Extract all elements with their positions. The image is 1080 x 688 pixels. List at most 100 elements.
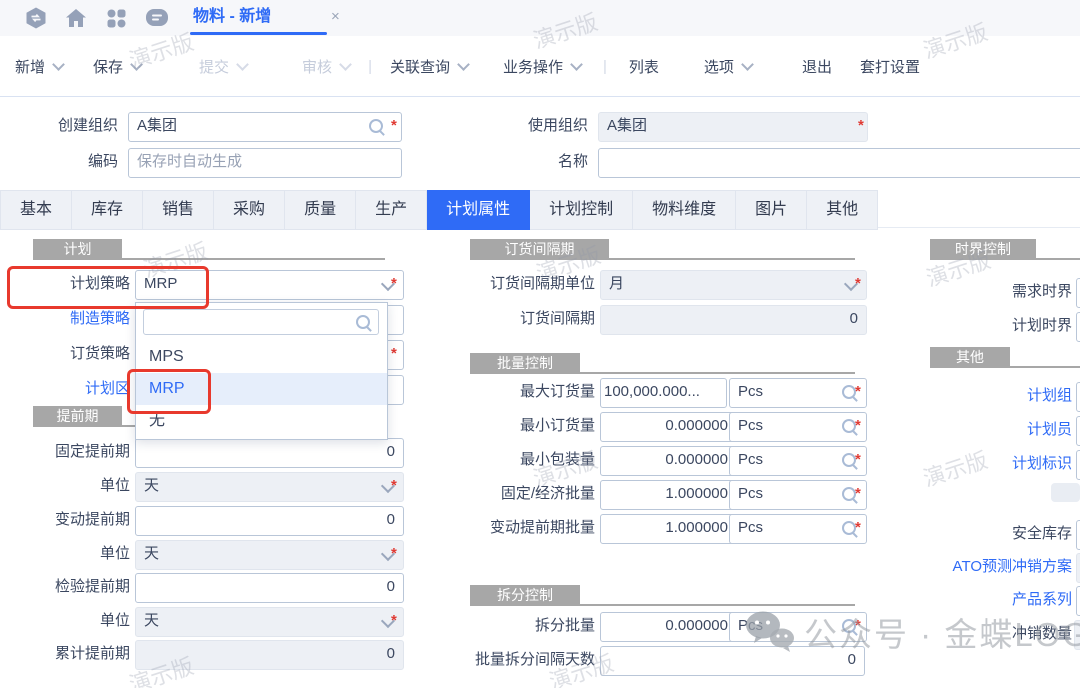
fixed-leadtime-unit-select[interactable]: 天 — [135, 472, 404, 502]
tab-production[interactable]: 生产 — [356, 190, 427, 230]
search-icon[interactable] — [842, 619, 856, 633]
dropdown-option-mrp[interactable]: MRP — [136, 373, 387, 405]
fixed-economic-batch-unit-field[interactable]: Pcs — [729, 480, 867, 510]
new-button[interactable]: 新增 — [15, 56, 63, 77]
tab-material-dimension[interactable]: 物料维度 — [633, 190, 736, 230]
document-tab-title[interactable]: 物料 - 新增 — [193, 0, 271, 34]
create-org-label: 创建组织 — [28, 112, 118, 140]
tab-bar-filler — [878, 190, 1080, 228]
chevron-down-icon — [339, 58, 352, 71]
plan-strategy-select[interactable]: MRP — [135, 270, 404, 300]
plan-strategy-label: 计划策略 — [10, 270, 130, 298]
offset-qty-field — [1074, 620, 1080, 650]
fixed-leadtime-field[interactable]: 0 — [135, 438, 404, 468]
section-horizon-control-line — [930, 258, 1080, 260]
search-icon[interactable] — [842, 419, 856, 433]
plan-group-field[interactable] — [1076, 382, 1080, 412]
min-order-qty-field[interactable]: 0.000000 — [600, 412, 737, 442]
variable-leadtime-unit-select[interactable]: 天 — [135, 540, 404, 570]
product-series-label[interactable]: 产品系列 — [890, 586, 1072, 614]
plan-strategy-dropdown: MPS MRP 无 — [135, 302, 388, 440]
document-tab-close-icon[interactable]: × — [331, 0, 340, 34]
search-icon[interactable] — [369, 119, 383, 133]
related-query-button[interactable]: 关联查询 — [390, 56, 468, 77]
search-icon[interactable] — [842, 385, 856, 399]
search-icon[interactable] — [842, 487, 856, 501]
demand-horizon-field[interactable] — [1076, 278, 1080, 308]
dropdown-search-input[interactable] — [143, 309, 379, 335]
plan-area-label[interactable]: 计划区 — [10, 375, 130, 403]
required-mark: * — [855, 412, 861, 440]
save-button[interactable]: 保存 — [93, 56, 141, 77]
app-logo-icon[interactable] — [24, 6, 48, 30]
plan-flag-field[interactable] — [1076, 450, 1080, 480]
fixed-economic-batch-field[interactable]: 1.000000 — [600, 480, 737, 510]
search-icon[interactable] — [842, 453, 856, 467]
plan-flag-label[interactable]: 计划标识 — [890, 450, 1072, 478]
chevron-down-icon — [130, 58, 143, 71]
unit-label: 单位 — [10, 607, 130, 635]
planner-label[interactable]: 计划员 — [890, 416, 1072, 444]
min-pack-qty-unit-field[interactable]: Pcs — [729, 446, 867, 476]
cumulative-leadtime-label: 累计提前期 — [10, 640, 130, 668]
split-batch-label: 拆分批量 — [455, 612, 595, 640]
tab-basic[interactable]: 基本 — [0, 190, 72, 230]
document-tab-active-indicator — [190, 32, 327, 35]
variable-leadtime-batch-unit-field[interactable]: Pcs — [729, 514, 867, 544]
apps-grid-icon[interactable] — [104, 6, 128, 30]
manufacture-strategy-label[interactable]: 制造策略 — [10, 305, 130, 333]
split-interval-days-field[interactable]: 0 — [600, 646, 865, 676]
inspect-leadtime-field[interactable]: 0 — [135, 573, 404, 603]
create-org-field[interactable]: A集团 — [128, 112, 402, 142]
max-order-qty-unit-field[interactable]: Pcs — [729, 378, 867, 408]
required-mark: * — [855, 270, 861, 298]
tab-inventory[interactable]: 库存 — [72, 190, 143, 230]
tab-image[interactable]: 图片 — [736, 190, 807, 230]
tab-plan-control[interactable]: 计划控制 — [530, 190, 633, 230]
min-order-qty-unit-field[interactable]: Pcs — [729, 412, 867, 442]
required-mark: * — [855, 480, 861, 508]
print-setup-button[interactable]: 套打设置 — [860, 56, 920, 77]
safety-stock-field[interactable] — [1076, 520, 1080, 550]
message-icon[interactable] — [144, 6, 170, 30]
options-button[interactable]: 选项 — [704, 56, 752, 77]
tab-purchase[interactable]: 采购 — [214, 190, 285, 230]
variable-leadtime-batch-label: 变动提前期批量 — [455, 514, 595, 542]
order-interval-unit-select[interactable]: 月 — [600, 270, 867, 300]
min-pack-qty-field[interactable]: 0.000000 — [600, 446, 737, 476]
dropdown-option-mps[interactable]: MPS — [136, 341, 387, 373]
name-field[interactable] — [598, 148, 1080, 178]
search-icon[interactable] — [842, 521, 856, 535]
list-button[interactable]: 列表 — [629, 56, 659, 77]
business-operations-button[interactable]: 业务操作 — [503, 56, 581, 77]
planner-field[interactable] — [1076, 416, 1080, 446]
home-icon[interactable] — [64, 6, 88, 30]
tab-quality[interactable]: 质量 — [285, 190, 356, 230]
exit-button[interactable]: 退出 — [802, 56, 832, 77]
inspect-leadtime-unit-select[interactable]: 天 — [135, 607, 404, 637]
toolbar: 新增 保存 提交 审核 | 关联查询 业务操作 | 列表 选项 退出 套打设置 — [0, 36, 1080, 97]
variable-leadtime-field[interactable]: 0 — [135, 506, 404, 536]
material-new-window: 物料 - 新增 × 新增 保存 提交 审核 | 关联查询 业务操作 | 列表 选… — [0, 0, 1080, 688]
tab-other[interactable]: 其他 — [807, 190, 878, 230]
variable-leadtime-batch-field[interactable]: 1.000000 — [600, 514, 737, 544]
tab-sales[interactable]: 销售 — [143, 190, 214, 230]
split-batch-unit-field[interactable]: Pcs — [729, 612, 867, 642]
order-interval-field: 0 — [600, 305, 867, 335]
section-order-interval: 订货间隔期 — [470, 239, 609, 260]
plan-group-label[interactable]: 计划组 — [890, 382, 1072, 410]
dropdown-option-none[interactable]: 无 — [136, 405, 387, 437]
product-series-field[interactable] — [1076, 586, 1080, 616]
plan-horizon-field[interactable] — [1076, 312, 1080, 342]
inspect-leadtime-label: 检验提前期 — [10, 573, 130, 601]
section-other-line — [930, 366, 1080, 368]
chevron-down-icon — [52, 58, 65, 71]
ato-forecast-offset-label[interactable]: ATO预测冲销方案 — [890, 553, 1072, 581]
order-strategy-label: 订货策略 — [10, 340, 130, 368]
section-batch-control-line — [470, 372, 855, 374]
required-mark: * — [391, 340, 397, 368]
split-batch-field[interactable]: 0.000000 — [600, 612, 737, 642]
code-field[interactable]: 保存时自动生成 — [128, 148, 402, 178]
tab-plan-attributes[interactable]: 计划属性 — [427, 190, 530, 230]
max-order-qty-field[interactable]: 100,000.000... — [600, 378, 727, 408]
